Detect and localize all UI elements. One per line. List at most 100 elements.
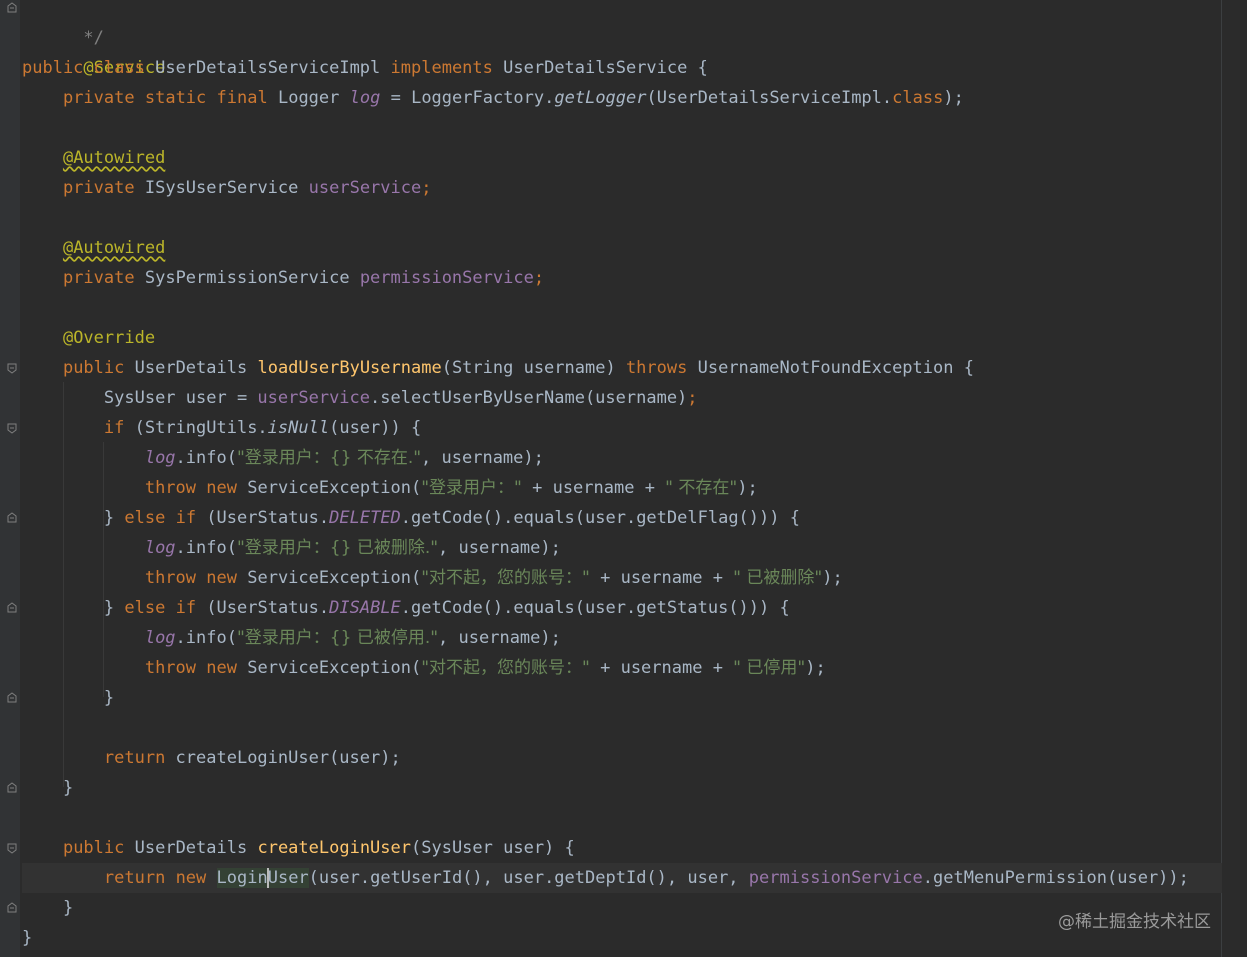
brace-close: } [22, 928, 33, 948]
info-call: .info( [175, 448, 237, 468]
fold-start-icon[interactable] [7, 362, 17, 374]
info-call: .info( [175, 538, 237, 558]
code-line-permission-service-field[interactable]: private SysPermissionService permissionS… [22, 263, 1222, 293]
keyword-new: new [206, 658, 237, 678]
fold-end-icon[interactable] [7, 782, 17, 794]
code-line-class-declaration[interactable]: public class UserDetailsServiceImpl impl… [22, 53, 1222, 83]
brace-open: { [697, 58, 708, 78]
string-not-exist-2: " 不存在" [665, 478, 738, 498]
keyword-private: private [62, 178, 135, 198]
del-flag-expr: .getCode().equals(user.getDelFlag())) { [400, 508, 800, 528]
editor-gutter[interactable] [0, 0, 20, 957]
code-line-override[interactable]: @Override [22, 323, 1222, 353]
code-line-throw-not-exist[interactable]: throw new ServiceException("登录用户：" + use… [22, 473, 1222, 503]
close-paren-semi: ); [822, 568, 843, 588]
keyword-private: private [62, 268, 135, 288]
brace-close: } [103, 508, 115, 528]
code-line-close-method-2[interactable]: } [22, 893, 1222, 923]
comma-username: , username); [421, 448, 544, 468]
keyword-else: else [124, 508, 166, 528]
code-line-return-create[interactable]: return createLoginUser(user); [22, 743, 1222, 773]
keyword-throw: throw [144, 658, 197, 678]
field-permission-service: permissionService [359, 268, 534, 288]
service-exception: ServiceException( [247, 568, 422, 588]
code-line-return-new-login-user[interactable]: return new LoginUser(user.getUserId(), u… [22, 863, 1222, 893]
login-user-pre: Login [216, 868, 268, 888]
close-paren-semi: ); [737, 478, 758, 498]
method-get-logger: getLogger [554, 88, 647, 108]
code-line-close-if[interactable]: } [22, 683, 1222, 713]
string-disabled-2: " 已停用" [733, 658, 806, 678]
fold-end-icon[interactable] [7, 602, 17, 614]
string-login-user: "登录用户：" [421, 478, 522, 498]
user-status-open: (UserStatus. [196, 508, 330, 528]
keyword-new: new [175, 868, 207, 888]
close-paren-semi: ); [805, 658, 826, 678]
code-line-log-deleted[interactable]: log.info("登录用户：{} 已被删除.", username); [22, 533, 1222, 563]
params-load: (String username) [441, 358, 626, 378]
fold-end-icon[interactable] [7, 2, 17, 14]
code-line-log-disabled[interactable]: log.info("登录用户：{} 已被停用.", username); [22, 623, 1222, 653]
sysuser-decl: SysUser user = [103, 388, 258, 408]
keyword-if: if [175, 598, 197, 618]
code-line-log-not-exist[interactable]: log.info("登录用户：{} 不存在.", username); [22, 443, 1222, 473]
plus-username-plus: + username + [589, 658, 734, 678]
login-args: (user.getUserId(), user.getDeptId(), use… [308, 868, 749, 888]
login-user-post: User [267, 868, 309, 888]
interface-name: UserDetailsService [503, 58, 688, 78]
fold-end-icon[interactable] [7, 902, 17, 914]
code-line-else-if-deleted[interactable]: } else if (UserStatus.DELETED.getCode().… [22, 503, 1222, 533]
fold-end-icon[interactable] [7, 692, 17, 704]
code-line-create-login-user-signature[interactable]: public UserDetails createLoginUser(SysUs… [22, 833, 1222, 863]
field-log: log [144, 538, 176, 558]
keyword-throw: throw [144, 568, 197, 588]
code-line-close-class[interactable]: } [22, 923, 1222, 953]
brace-open: { [963, 358, 974, 378]
code-line-autowired-2[interactable]: @Autowired [22, 233, 1222, 263]
string-sorry: "对不起，您的账号：" [421, 568, 590, 588]
const-deleted: DELETED [329, 508, 401, 528]
close-paren-semi: ); [943, 88, 964, 108]
service-exception: ServiceException( [247, 478, 422, 498]
fold-start-icon[interactable] [7, 422, 17, 434]
code-line-autowired-1[interactable]: @Autowired [22, 143, 1222, 173]
type-syspermissionservice: SysPermissionService [144, 268, 350, 288]
code-line-close-method[interactable]: } [22, 773, 1222, 803]
code-line-throw-disabled[interactable]: throw new ServiceException("对不起，您的账号：" +… [22, 653, 1222, 683]
field-log: log [349, 88, 381, 108]
code-line-service-annotation[interactable]: @Service [22, 23, 1222, 78]
code-line-load-user-signature[interactable]: public UserDetails loadUserByUsername(St… [22, 353, 1222, 383]
code-line-select-user[interactable]: SysUser user = userService.selectUserByU… [22, 383, 1222, 413]
create-call: createLoginUser(user); [165, 748, 401, 768]
user-status-open: (UserStatus. [196, 598, 330, 618]
class-name: UserDetailsServiceImpl [155, 58, 381, 78]
brace-close: } [103, 598, 115, 618]
watermark: @稀土掘金技术社区 [1058, 912, 1211, 932]
code-line-else-if-disable[interactable]: } else if (UserStatus.DISABLE.getCode().… [22, 593, 1222, 623]
string-deleted: "登录用户：{} 已被删除." [236, 538, 439, 558]
fold-start-icon[interactable] [7, 842, 17, 854]
code-editor[interactable]: */ @Service public class UserDetailsServ… [0, 0, 1247, 957]
code-line-logger-field[interactable]: private static final Logger log = Logger… [22, 83, 1222, 113]
code-line-user-service-field[interactable]: private ISysUserService userService; [22, 173, 1222, 203]
service-exception: ServiceException( [247, 658, 422, 678]
code-line-if-null[interactable]: if (StringUtils.isNull(user)) { [22, 413, 1222, 443]
fold-end-icon[interactable] [7, 512, 17, 524]
override-annotation: @Override [62, 328, 156, 348]
code-line-comment-end[interactable]: */ [22, 0, 1222, 48]
keyword-class: class [93, 58, 145, 78]
comma-username: , username); [438, 628, 561, 648]
keyword-return: return [103, 868, 166, 888]
keyword-private: private [62, 88, 135, 108]
type-logger: Logger [277, 88, 340, 108]
field-log: log [144, 628, 176, 648]
params-create: (SysUser user) { [411, 838, 575, 858]
autowired-annotation: @Autowired [62, 238, 166, 258]
keyword-throws: throws [625, 358, 688, 378]
brace-close: } [62, 778, 74, 798]
code-line-throw-deleted[interactable]: throw new ServiceException("对不起，您的账号：" +… [22, 563, 1222, 593]
keyword-new: new [206, 478, 237, 498]
keyword-throw: throw [144, 478, 197, 498]
field-user-service: userService [308, 178, 422, 198]
keyword-if: if [103, 418, 125, 438]
